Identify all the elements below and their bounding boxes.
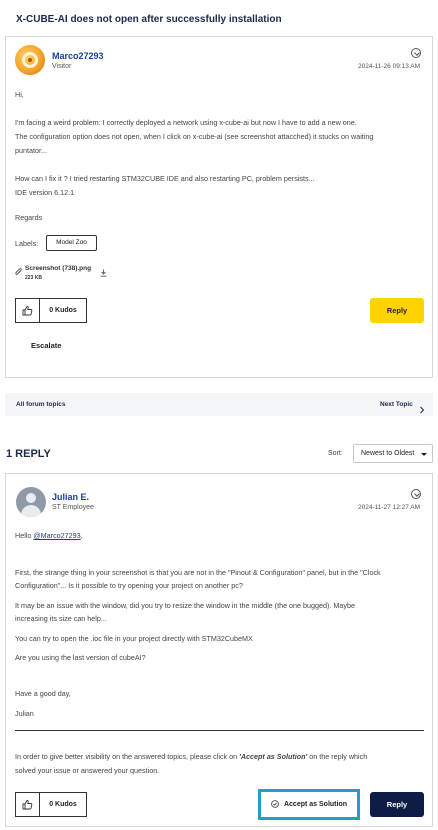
- reply-button[interactable]: Reply: [370, 298, 424, 323]
- topic-nav-bar: [5, 393, 433, 416]
- author-avatar[interactable]: [15, 45, 45, 75]
- chevron-down-circle-icon[interactable]: [411, 489, 421, 499]
- kudos-count: 0 Kudos: [49, 307, 77, 314]
- sort-label: Sort:: [328, 450, 343, 457]
- reply-line: You can try to open the .ioc file in you…: [15, 634, 253, 643]
- accept-label: Accept as Solution: [283, 801, 347, 808]
- post-line: The configuration option does not open, …: [15, 132, 374, 141]
- all-forum-topics-link[interactable]: All forum topics: [16, 401, 65, 408]
- reply-greeting: Hello @Marco27293,: [15, 531, 83, 540]
- post-line: puntator...: [15, 146, 47, 155]
- author-rank: Visitor: [52, 63, 72, 70]
- paperclip-icon: [15, 264, 22, 282]
- reply-line: Configuration"... Is it possible to try …: [15, 581, 243, 590]
- user-avatar-icon[interactable]: [16, 487, 46, 517]
- original-post: [5, 36, 433, 378]
- reply-kudos-widget: 0 Kudos: [15, 792, 87, 817]
- post-line: How can I fix it ? I tried restarting ST…: [15, 174, 315, 183]
- signature-divider: [15, 730, 424, 731]
- reply-line: Are you using the last version of cubeAI…: [15, 653, 146, 662]
- chevron-right-icon[interactable]: [419, 401, 425, 419]
- accept-solution-note-2: solved your issue or answered your quest…: [15, 766, 160, 775]
- sort-select[interactable]: Newest to Oldest: [353, 444, 433, 463]
- post-line: I'm facing a weird problem: I correctly …: [15, 118, 357, 127]
- reply-date: 2024-11-27 12:27 AM: [358, 504, 421, 511]
- post-line: IDE version 6.12.1: [15, 188, 75, 197]
- accept-as-solution-button[interactable]: Accept as Solution: [258, 789, 360, 820]
- reply-line: It may be an issue with the window, did …: [15, 601, 355, 610]
- topic-title: X-CUBE-AI does not open after successful…: [16, 14, 282, 25]
- author-name[interactable]: Marco27293: [52, 51, 104, 61]
- kudos-widget: 0 Kudos: [15, 298, 87, 323]
- thumbs-up-icon[interactable]: [16, 299, 40, 322]
- user-mention-link[interactable]: @Marco27293: [33, 531, 80, 540]
- reply-kudos-count: 0 Kudos: [49, 801, 77, 808]
- reply-line: Julian: [15, 709, 34, 718]
- attachment-link[interactable]: Screenshot (738).png: [25, 265, 91, 272]
- labels-caption: Labels:: [15, 239, 39, 248]
- reply-count: 1 REPLY: [6, 448, 51, 460]
- accept-solution-note: In order to give better visibility on th…: [15, 752, 368, 761]
- post-line: Regards: [15, 213, 43, 222]
- chevron-down-circle-icon[interactable]: [411, 48, 421, 58]
- reply-author-name[interactable]: Julian E.: [52, 492, 89, 502]
- post-date: 2024-11-26 09:13 AM: [358, 63, 421, 70]
- escalate-link[interactable]: Escalate: [31, 341, 61, 350]
- reply-line: First, the strange thing in your screens…: [15, 568, 381, 577]
- attachment-size: 223 KB: [25, 275, 42, 281]
- download-icon[interactable]: [100, 264, 107, 282]
- next-topic-link[interactable]: Next Topic: [380, 401, 413, 408]
- thumbs-up-icon[interactable]: [16, 793, 40, 816]
- label-chip-model-zoo[interactable]: Model Zoo: [46, 235, 97, 251]
- reply-button-2[interactable]: Reply: [370, 792, 424, 817]
- post-line: Hi,: [15, 90, 24, 99]
- checkmark-circle-icon: [271, 799, 279, 810]
- reply-author-rank: ST Employee: [52, 504, 94, 511]
- reply-line: Have a good day,: [15, 689, 71, 698]
- reply-line: increasing its size can help...: [15, 614, 107, 623]
